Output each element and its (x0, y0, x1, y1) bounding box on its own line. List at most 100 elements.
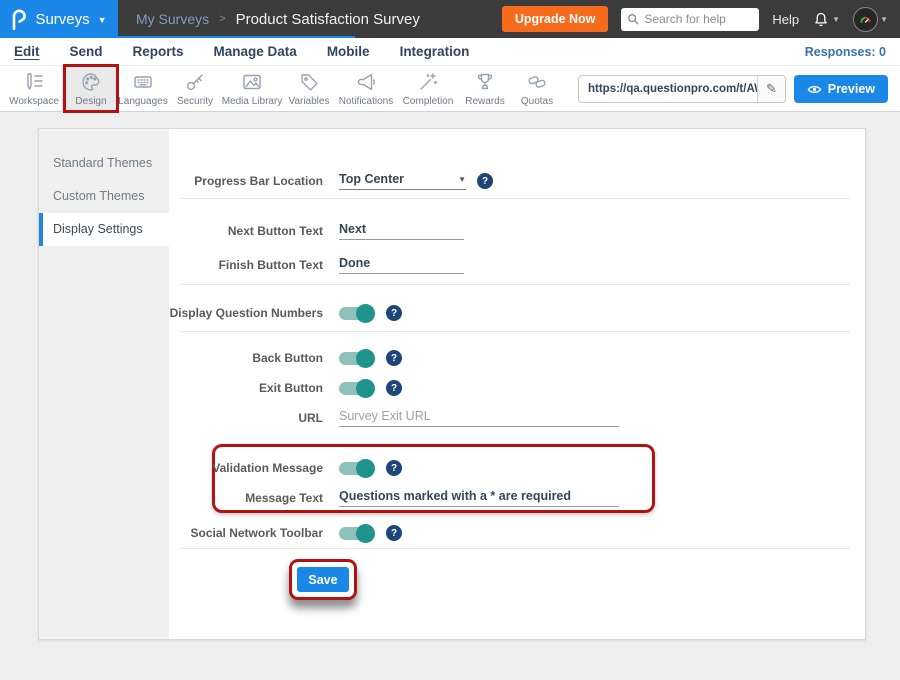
key-icon (183, 70, 207, 94)
back-button-toggle[interactable] (339, 349, 375, 368)
toolbar-item-quotas[interactable]: Quotas (511, 66, 563, 111)
help-search[interactable] (621, 8, 759, 31)
toolbar-item-design[interactable]: Design (65, 66, 117, 111)
display-question-numbers-toggle[interactable] (339, 304, 375, 323)
social-network-toolbar-row: Social Network Toolbar ? (169, 521, 402, 545)
tab-integration[interactable]: Integration (400, 44, 470, 59)
wand-icon (416, 70, 440, 94)
exit-button-toggle[interactable] (339, 379, 375, 398)
toolbar-item-notifications[interactable]: Notifications (335, 66, 397, 111)
top-header: Surveys ▼ My Surveys > Product Satisfact… (0, 0, 900, 38)
divider (181, 198, 850, 199)
help-icon[interactable]: ? (386, 525, 402, 541)
search-icon (627, 13, 639, 25)
breadcrumb-separator: > (219, 13, 225, 25)
toolbar-item-languages[interactable]: Languages (117, 66, 169, 111)
palette-icon (79, 70, 103, 94)
help-icon[interactable]: ? (386, 350, 402, 366)
field-label: Exit Button (169, 381, 323, 395)
message-text-row: Message Text (169, 486, 619, 510)
field-label: Back Button (169, 351, 323, 365)
toolbar-item-media-library[interactable]: Media Library (221, 66, 283, 111)
sidebar-item-custom-themes[interactable]: Custom Themes (39, 180, 169, 213)
design-toolbar: Workspace Design Languages Security Medi… (0, 66, 900, 112)
survey-url-value: https://qa.questionpro.com/t/AW22Zcq2J (579, 83, 757, 95)
toolbar-item-variables[interactable]: Variables (283, 66, 335, 111)
pencil-icon: ✎ (766, 81, 777, 97)
bell-icon (812, 10, 830, 29)
survey-url-field[interactable]: https://qa.questionpro.com/t/AW22Zcq2J ✎ (578, 75, 786, 103)
next-button-text-input[interactable] (339, 222, 464, 240)
back-button-row: Back Button ? (169, 346, 402, 370)
field-label: Display Question Numbers (169, 306, 323, 320)
chevron-down-icon: ▼ (880, 15, 888, 24)
avatar (853, 7, 878, 32)
display-question-numbers-row: Display Question Numbers ? (169, 301, 402, 325)
links-icon (525, 70, 549, 94)
chevron-down-icon: ▼ (832, 15, 840, 24)
chevron-down-icon: ▼ (98, 15, 107, 25)
message-text-input[interactable] (339, 489, 619, 507)
account-menu[interactable]: ▼ (853, 7, 888, 32)
field-label: Progress Bar Location (169, 174, 323, 188)
survey-nav: Edit Send Reports Manage Data Mobile Int… (0, 38, 900, 66)
validation-message-row: Validation Message ? (169, 456, 402, 480)
notifications-bell[interactable]: ▼ (812, 10, 840, 29)
progress-bar-location-select[interactable]: Top Center ▼ (339, 172, 466, 190)
next-button-text-row: Next Button Text (169, 219, 464, 243)
save-button[interactable]: Save (297, 567, 349, 592)
questionpro-logo-icon (11, 8, 27, 30)
finish-button-text-row: Finish Button Text (169, 253, 464, 277)
sidebar-item-display-settings[interactable]: Display Settings (39, 213, 169, 246)
page-title: Product Satisfaction Survey (236, 11, 420, 28)
divider (181, 284, 850, 285)
product-name: Surveys (35, 11, 89, 28)
breadcrumb-my-surveys[interactable]: My Surveys (136, 11, 209, 27)
tab-send[interactable]: Send (70, 44, 103, 59)
tab-mobile[interactable]: Mobile (327, 44, 370, 59)
megaphone-icon (354, 70, 378, 94)
preview-button[interactable]: Preview (794, 75, 888, 103)
finish-button-text-input[interactable] (339, 256, 464, 274)
exit-url-input[interactable] (339, 409, 619, 427)
field-label: URL (169, 411, 323, 425)
image-icon (240, 70, 264, 94)
field-label: Validation Message (169, 461, 323, 475)
tab-reports[interactable]: Reports (133, 44, 184, 59)
chevron-down-icon: ▼ (458, 175, 466, 184)
divider (181, 548, 850, 549)
breadcrumb: My Surveys > Product Satisfaction Survey (136, 11, 420, 28)
exit-url-row: URL (169, 406, 619, 430)
upgrade-now-button[interactable]: Upgrade Now (502, 6, 609, 32)
social-network-toolbar-toggle[interactable] (339, 524, 375, 543)
toolbar-divider (62, 66, 63, 111)
toolbar-item-rewards[interactable]: Rewards (459, 66, 511, 111)
help-icon[interactable]: ? (386, 380, 402, 396)
keyboard-icon (131, 70, 155, 94)
field-label: Social Network Toolbar (169, 526, 323, 540)
settings-form: Progress Bar Location Top Center ▼ ? Nex… (169, 129, 865, 639)
sidebar-item-standard-themes[interactable]: Standard Themes (39, 147, 169, 180)
toolbar-item-workspace[interactable]: Workspace (8, 66, 60, 111)
product-switcher[interactable]: Surveys ▼ (0, 0, 118, 38)
exit-button-row: Exit Button ? (169, 376, 402, 400)
help-link[interactable]: Help (772, 12, 799, 27)
display-settings-panel: Standard Themes Custom Themes Display Se… (38, 128, 866, 640)
themes-sidebar: Standard Themes Custom Themes Display Se… (39, 129, 169, 639)
search-input[interactable] (644, 12, 752, 26)
divider (181, 331, 850, 332)
trophy-icon (473, 70, 497, 94)
toolbar-item-security[interactable]: Security (169, 66, 221, 111)
edit-url-button[interactable]: ✎ (757, 76, 785, 102)
responses-count[interactable]: Responses: 0 (805, 45, 886, 59)
progress-bar-location-row: Progress Bar Location Top Center ▼ ? (169, 169, 493, 193)
tab-manage-data[interactable]: Manage Data (214, 44, 297, 59)
help-icon[interactable]: ? (477, 173, 493, 189)
help-icon[interactable]: ? (386, 305, 402, 321)
field-label: Message Text (169, 491, 323, 505)
toolbar-item-completion[interactable]: Completion (397, 66, 459, 111)
field-label: Finish Button Text (169, 258, 323, 272)
help-icon[interactable]: ? (386, 460, 402, 476)
validation-message-toggle[interactable] (339, 459, 375, 478)
tab-edit[interactable]: Edit (14, 44, 40, 59)
